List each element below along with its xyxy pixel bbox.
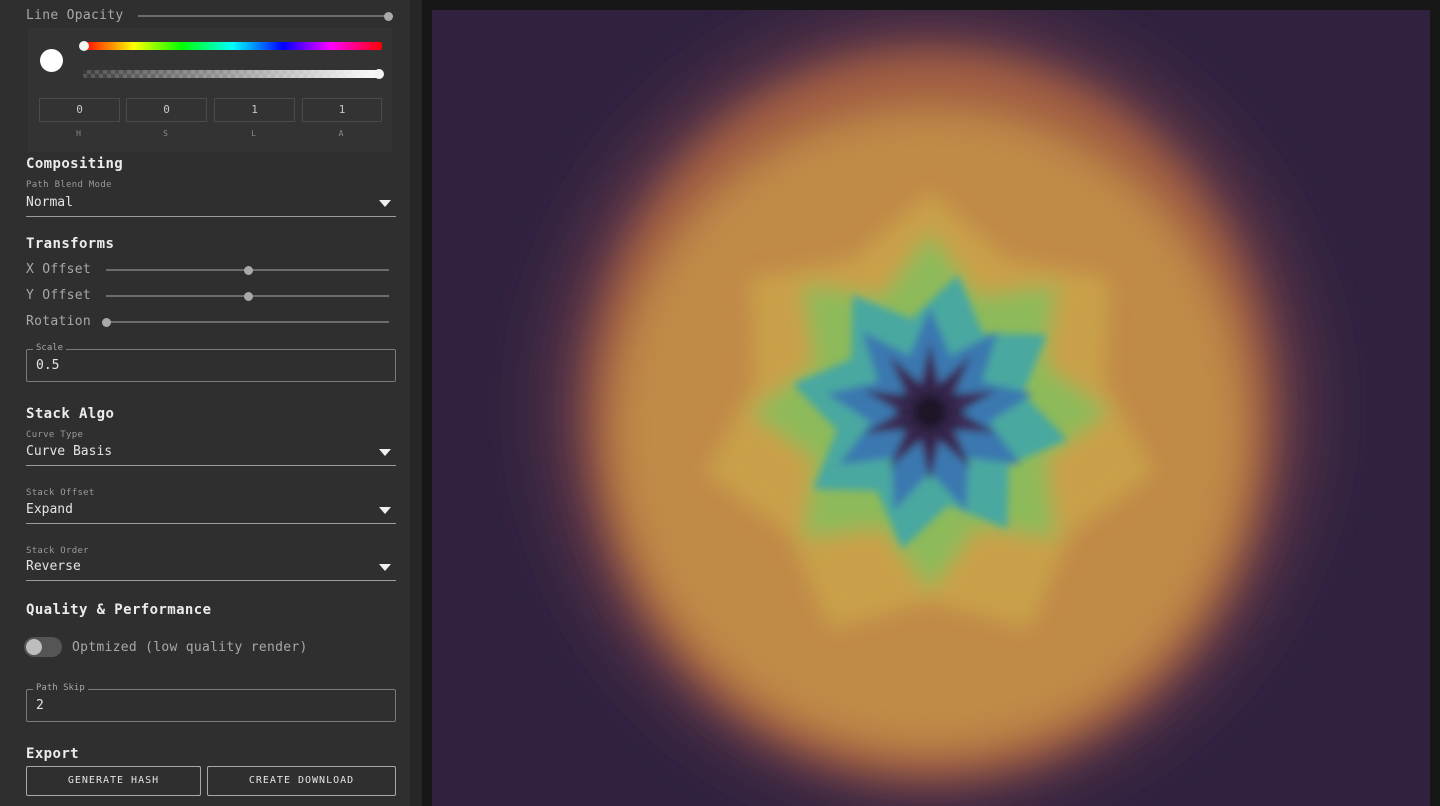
hue-thumb[interactable] — [79, 41, 89, 51]
stack-algo-heading: Stack Algo — [26, 406, 115, 422]
render-stage — [422, 0, 1440, 806]
alpha-value-input[interactable]: 1 — [302, 98, 382, 122]
chevron-down-icon — [379, 507, 391, 514]
path-blend-mode-label: Path Blend Mode — [26, 180, 112, 190]
optimized-toggle[interactable] — [24, 637, 62, 657]
controls-panel-content: Line Opacity 0 0 1 1 H S L A Compositing… — [0, 0, 410, 806]
alpha-thumb[interactable] — [374, 69, 384, 79]
y-offset-label: Y Offset — [26, 288, 92, 303]
y-offset-slider[interactable] — [106, 292, 389, 301]
line-opacity-slider[interactable] — [138, 12, 393, 21]
color-swatch — [40, 49, 63, 72]
lightness-field-label: L — [251, 129, 256, 138]
export-heading: Export — [26, 746, 79, 762]
select-underline — [26, 523, 396, 524]
rotation-track — [106, 321, 389, 323]
compositing-heading: Compositing — [26, 156, 124, 172]
hue-field-label: H — [76, 129, 81, 138]
toggle-knob — [26, 639, 42, 655]
path-blend-mode-value: Normal — [26, 195, 73, 210]
panel-scrollbar[interactable] — [410, 0, 422, 806]
path-skip-label: Path Skip — [33, 683, 88, 693]
alpha-field-label: A — [338, 129, 344, 138]
render-canvas[interactable] — [432, 10, 1430, 806]
path-blend-mode-select[interactable]: Normal — [26, 194, 396, 217]
color-picker: 0 0 1 1 H S L A — [28, 28, 392, 152]
y-offset-thumb[interactable] — [243, 292, 253, 301]
stack-order-value: Reverse — [26, 559, 81, 574]
stack-offset-label: Stack Offset — [26, 488, 95, 498]
rotation-slider[interactable] — [102, 318, 389, 327]
stack-offset-select[interactable]: Expand — [26, 501, 396, 524]
lightness-value-input[interactable]: 1 — [214, 98, 295, 122]
chevron-down-icon — [379, 449, 391, 456]
create-download-button[interactable]: CREATE DOWNLOAD — [207, 766, 396, 796]
controls-panel: Line Opacity 0 0 1 1 H S L A Compositing… — [0, 0, 422, 806]
rotation-label: Rotation — [26, 314, 92, 329]
x-offset-label: X Offset — [26, 262, 92, 277]
alpha-slider[interactable] — [83, 69, 384, 79]
line-opacity-thumb[interactable] — [384, 12, 393, 21]
curve-type-label: Curve Type — [26, 430, 84, 440]
path-skip-input-value[interactable]: 2 — [36, 698, 44, 713]
stack-order-select[interactable]: Reverse — [26, 558, 396, 581]
stack-order-label: Stack Order — [26, 546, 89, 556]
curve-type-select[interactable]: Curve Basis — [26, 443, 396, 466]
x-offset-thumb[interactable] — [243, 266, 253, 275]
scale-label: Scale — [33, 343, 67, 353]
chevron-down-icon — [379, 200, 391, 207]
line-opacity-label: Line Opacity — [26, 8, 124, 23]
generate-hash-button[interactable]: GENERATE HASH — [26, 766, 201, 796]
saturation-value-input[interactable]: 0 — [126, 98, 207, 122]
select-underline — [26, 465, 396, 466]
hue-value-input[interactable]: 0 — [39, 98, 120, 122]
x-offset-slider[interactable] — [106, 266, 389, 275]
stack-offset-value: Expand — [26, 502, 73, 517]
optimized-label: Optmized (low quality render) — [72, 640, 308, 655]
saturation-field-label: S — [163, 129, 168, 138]
rotation-thumb[interactable] — [102, 318, 111, 327]
transforms-heading: Transforms — [26, 236, 115, 252]
artwork-render — [545, 13, 1315, 803]
path-skip-field[interactable]: Path Skip 2 — [26, 683, 396, 722]
scale-field[interactable]: Scale 0.5 — [26, 343, 396, 382]
quality-heading: Quality & Performance — [26, 602, 212, 618]
chevron-down-icon — [379, 564, 391, 571]
select-underline — [26, 216, 396, 217]
line-opacity-track — [138, 15, 389, 17]
select-underline — [26, 580, 396, 581]
scale-input-value[interactable]: 0.5 — [36, 358, 59, 373]
curve-type-value: Curve Basis — [26, 444, 113, 459]
hue-slider[interactable] — [79, 41, 382, 51]
